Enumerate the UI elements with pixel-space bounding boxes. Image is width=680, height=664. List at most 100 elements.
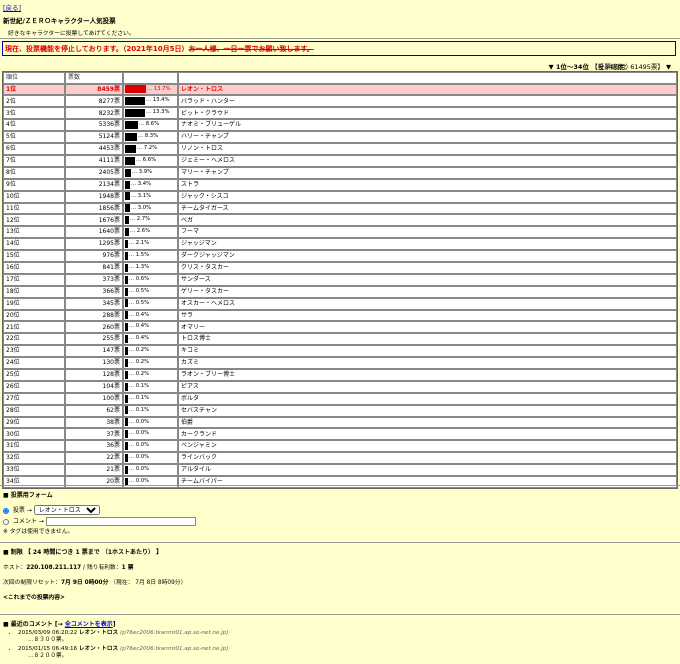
vote-percent: ... 0.1% [129, 406, 150, 413]
table-row: 5位 5124票 ... 8.3% ハリー・チャンプ [3, 131, 677, 144]
vote-percent: ... 7.2% [137, 145, 158, 152]
rank-cell: 5位 [3, 131, 65, 144]
character-name: オマリー [178, 321, 677, 334]
rank-cell: 16位 [3, 261, 65, 274]
remaining-prefix: / 残り有利数： [81, 565, 122, 571]
table-row: 34位 20票 ... 0.0% チームバイパー [3, 475, 677, 488]
bar-cell: ... 0.0% [123, 464, 178, 476]
table-row: 7位 4111票 ... 6.6% ジェミー・ヘメロス [3, 154, 677, 167]
vote-bar [125, 204, 130, 213]
remaining-value: 1 票 [121, 565, 134, 571]
rank-cell: 32位 [3, 452, 65, 465]
comment-host: (p76ec2006.tkanmt01.ap.so-net.ne.jp) [120, 630, 229, 636]
comment-body: …８３００票。 [28, 637, 68, 643]
vote-bar [125, 323, 128, 332]
vote-percent: ... 1.3% [129, 263, 150, 270]
vote-bar [125, 132, 137, 141]
header-rank: 順位 [3, 72, 65, 84]
bar-cell: ... 0.0% [123, 416, 178, 429]
bar-cell: ... 13.4% [123, 95, 178, 108]
vote-bar [125, 287, 128, 296]
character-select[interactable]: レオン・トロス [33, 505, 100, 515]
vote-percent: ... 0.5% [129, 299, 150, 306]
vote-percent: ... 2.6% [130, 228, 151, 235]
votes-cell: 104票 [65, 380, 123, 393]
bar-cell: ... 3.0% [123, 202, 178, 215]
bar-cell: ... 0.1% [123, 380, 178, 393]
rank-cell: 3位 [3, 107, 65, 120]
all-comments-link[interactable]: 全コメントを表示 [65, 621, 113, 628]
votes-cell: 260票 [65, 321, 123, 334]
rank-cell: 11位 [3, 202, 65, 215]
character-name: サンダース [178, 273, 677, 286]
votes-cell: 36票 [65, 440, 123, 453]
bar-cell: ... 1.3% [123, 261, 178, 274]
votes-cell: 38票 [65, 416, 123, 429]
bar-cell: ... 0.0% [123, 475, 178, 488]
comment-item: 2015/03/09 06:20:22 レオン・トロス (p76ec2006.t… [18, 630, 228, 644]
votes-cell: 1856票 [65, 202, 123, 215]
character-name: サラ [178, 309, 677, 322]
vote-percent: ... 2.1% [129, 240, 150, 247]
rank-cell: 34位 [3, 475, 65, 488]
recent-title-prefix: ■ 最近のコメント [→ [3, 621, 65, 628]
votes-cell: 1295票 [65, 238, 123, 251]
back-link[interactable]: [戻る] [3, 2, 21, 12]
votes-cell: 841票 [65, 261, 123, 274]
comment-date: 2015/01/15 06:49:16 [18, 646, 79, 652]
divider [0, 542, 680, 543]
table-row: 9位 2134票 ... 3.4% ストラ [3, 178, 677, 191]
bar-cell: ... 13.3% [123, 107, 178, 120]
comment-radio[interactable] [3, 518, 9, 525]
votes-cell: 255票 [65, 333, 123, 346]
votes-cell: 37票 [65, 428, 123, 441]
votes-cell: 8277票 [65, 95, 123, 108]
table-row: 20位 288票 ... 0.4% サラ [3, 309, 677, 322]
character-name: ジェミー・ヘメロス [178, 154, 677, 167]
vote-radio[interactable] [3, 507, 9, 514]
history-link[interactable]: <これまでの投票内容> [3, 592, 65, 601]
votes-cell: 2405票 [65, 166, 123, 179]
table-row: 21位 260票 ... 0.4% オマリー [3, 321, 677, 334]
bar-cell: ... 0.4% [123, 321, 178, 334]
character-name: フーマ [178, 226, 677, 239]
limit-title: ■ 制限 【 24 時間につき 1 票まで （1ホストあたり） 】 [3, 549, 163, 556]
rank-cell: 25位 [3, 368, 65, 381]
rank-cell: 2位 [3, 95, 65, 108]
rank-cell: 13位 [3, 226, 65, 239]
rank-cell: 29位 [3, 416, 65, 429]
votes-cell: 2134票 [65, 178, 123, 191]
bar-cell: ... 0.2% [123, 357, 178, 369]
character-name: ストラ [178, 178, 677, 191]
vote-bar [125, 216, 129, 225]
vote-bar [125, 358, 128, 367]
current-time: （現在： 7月 8日 8時09分） [110, 580, 187, 586]
bar-cell: ... 3.9% [123, 166, 178, 179]
vote-percent: ... 0.2% [129, 359, 150, 366]
character-name: ゲリー・タスカー [178, 285, 677, 298]
bar-cell: ... 3.1% [123, 190, 178, 203]
rank-cell: 18位 [3, 285, 65, 298]
vote-label: 投票 → [12, 507, 32, 514]
rank-cell: 26位 [3, 380, 65, 393]
table-row: 24位 130票 ... 0.2% カズミ [3, 357, 677, 369]
table-row: 1位 8459票 ... 13.7% レオン・トロス [3, 83, 677, 96]
range-label: ▼ 1位～34位 [548, 63, 589, 71]
table-row: 13位 1640票 ... 2.6% フーマ [3, 226, 677, 239]
comment-input[interactable] [45, 517, 196, 526]
table-row: 11位 1856票 ... 3.0% チームタイガース [3, 202, 677, 215]
votes-cell: 1948票 [65, 190, 123, 203]
recent-comments-title: ■ 最近のコメント [→ 全コメントを表示] [3, 619, 115, 628]
bar-cell: ... 0.0% [123, 440, 178, 453]
bar-cell: ... 1.5% [123, 250, 178, 262]
table-row: 26位 104票 ... 0.1% ピアス [3, 380, 677, 393]
character-name: ジャック・シスコ [178, 190, 677, 203]
character-name: カズミ [178, 357, 677, 369]
page-subtitle: 好きなキャラクターに投票してあげてください。 [8, 31, 135, 37]
table-row: 18位 366票 ... 0.5% ゲリー・タスカー [3, 285, 677, 298]
rank-cell: 33位 [3, 464, 65, 476]
table-row: 33位 21票 ... 0.0% アルタイル [3, 464, 677, 476]
bar-cell: ... 0.4% [123, 333, 178, 346]
rank-cell: 6位 [3, 143, 65, 155]
table-row: 8位 2405票 ... 3.9% マリー・チャンプ [3, 166, 677, 179]
